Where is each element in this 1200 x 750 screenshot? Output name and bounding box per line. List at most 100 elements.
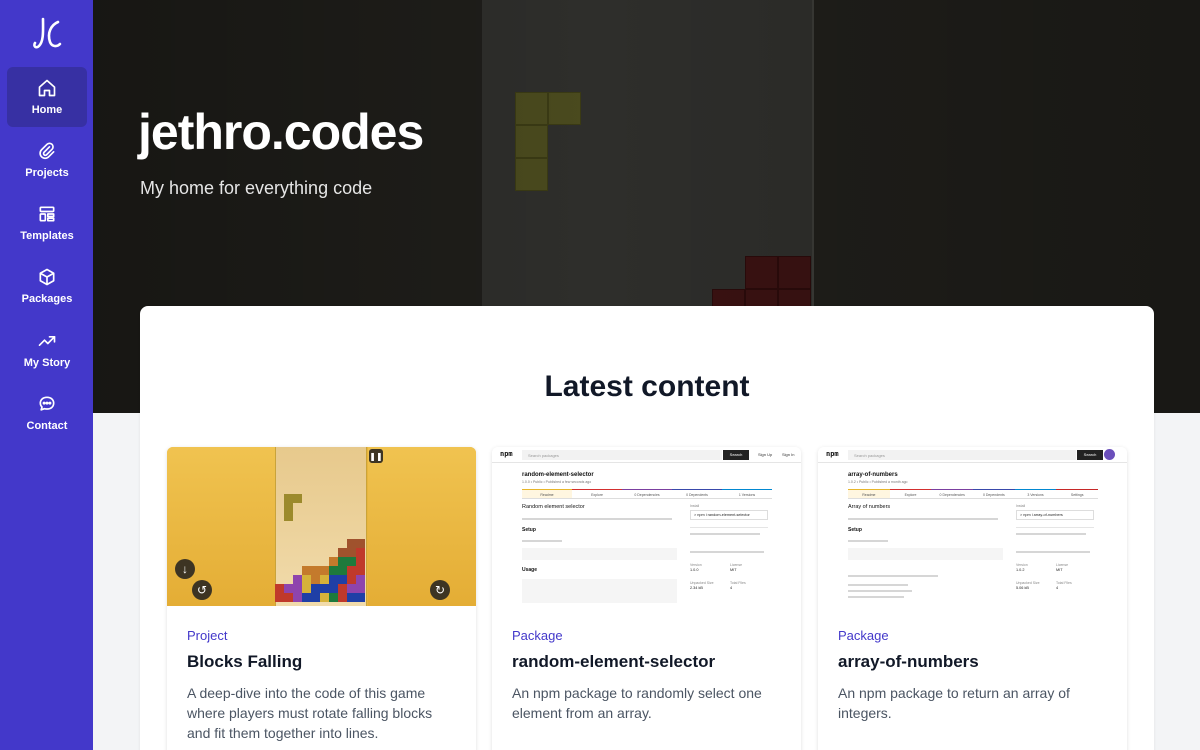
- content-card-random-element-selector[interactable]: npm Search packages Search Sign Up Sign …: [492, 447, 801, 750]
- npm-license-value: MIT: [1056, 568, 1063, 572]
- game-cell: [338, 593, 347, 602]
- nav-home-label: Home: [31, 104, 63, 116]
- nav-contact[interactable]: Contact: [7, 383, 87, 443]
- npm-header: npm Search packages Search: [818, 447, 1127, 463]
- rotate-right-icon: ↻: [430, 580, 450, 600]
- npm-setup-heading: Setup: [848, 527, 862, 533]
- card-title[interactable]: Blocks Falling: [187, 652, 302, 672]
- npm-text-line: [848, 590, 912, 592]
- nav-projects[interactable]: Projects: [7, 130, 87, 190]
- avatar: [1104, 449, 1115, 460]
- game-cell: [302, 575, 311, 584]
- npm-version-value: 1.0.2: [1016, 568, 1025, 572]
- card-description: A deep-dive into the code of this game w…: [187, 685, 433, 741]
- card-type-label: Project: [187, 628, 228, 643]
- npm-size-label: Unpacked Size: [690, 581, 714, 585]
- latest-content-panel: Latest content ❚❚ ↓ ↺ ↻ Project Blocks F…: [140, 306, 1154, 750]
- card-description: An npm package to randomly select one el…: [512, 685, 762, 721]
- game-cell: [275, 584, 284, 593]
- npm-tab: Settings: [1056, 489, 1099, 498]
- card-description: An npm package to return an array of int…: [838, 685, 1070, 721]
- game-cell: [356, 575, 365, 584]
- paperclip-icon: [39, 142, 55, 160]
- npm-text-line: [1016, 551, 1090, 553]
- npm-text-line: [690, 551, 764, 553]
- card-title[interactable]: array-of-numbers: [838, 652, 979, 672]
- game-cell: [329, 566, 338, 575]
- card-title[interactable]: random-element-selector: [512, 652, 715, 672]
- npm-tab: Readme: [522, 489, 572, 498]
- npm-usage-heading: Usage: [522, 567, 538, 573]
- nav-my-story-label: My Story: [23, 357, 71, 369]
- game-cell: [284, 494, 293, 503]
- npm-text-line: [522, 518, 672, 520]
- npm-text-line: [848, 575, 938, 577]
- npm-search-input: Search packages: [522, 450, 722, 460]
- jc-logo[interactable]: [31, 16, 63, 52]
- game-cell: [356, 548, 365, 557]
- npm-sign-up: Sign Up: [758, 452, 773, 457]
- game-cell: [356, 557, 365, 566]
- nav-packages-label: Packages: [21, 293, 73, 305]
- game-side-panel: [368, 447, 476, 606]
- npm-readme-heading: Array of numbers: [848, 504, 891, 510]
- card-type-label: Package: [512, 628, 563, 643]
- nav-contact-label: Contact: [26, 420, 68, 432]
- card-thumbnail-npm: npm Search packages Search array-of-numb…: [818, 447, 1127, 606]
- content-card-blocks-falling[interactable]: ❚❚ ↓ ↺ ↻ Project Blocks Falling A deep-d…: [167, 447, 476, 750]
- game-cell: [329, 575, 338, 584]
- chat-icon: [39, 396, 55, 411]
- game-cell: [347, 548, 356, 557]
- game-cell: [329, 584, 338, 593]
- npm-package-meta: 1.0.0 • Public • Published a few seconds…: [522, 480, 592, 484]
- npm-logo: npm: [826, 450, 839, 458]
- npm-size-label: Unpacked Size: [1016, 581, 1040, 585]
- game-cell: [320, 575, 329, 584]
- nav-projects-label: Projects: [25, 167, 69, 179]
- site-title: jethro.codes: [138, 104, 424, 160]
- npm-size-value: 5.06 kB: [1016, 586, 1029, 590]
- npm-package-meta: 1.0.2 • Public • Published a month ago: [848, 480, 908, 484]
- game-cell: [284, 593, 293, 602]
- npm-tab: 1 Versions: [722, 489, 772, 498]
- nav-home[interactable]: Home: [7, 67, 87, 127]
- npm-license-label: License: [730, 563, 743, 567]
- game-cell: [356, 566, 365, 575]
- card-thumbnail-npm: npm Search packages Search Sign Up Sign …: [492, 447, 801, 606]
- npm-tab: 3 Versions: [1014, 489, 1057, 498]
- npm-header: npm Search packages Search Sign Up Sign …: [492, 447, 801, 463]
- game-cell: [284, 512, 293, 521]
- trending-up-icon: [38, 336, 56, 346]
- nav-templates[interactable]: Templates: [7, 193, 87, 253]
- game-cell: [293, 494, 302, 503]
- game-cell: [311, 575, 320, 584]
- npm-search-input: Search packages: [848, 450, 1076, 460]
- game-side-panel: [167, 447, 275, 606]
- game-cell: [347, 593, 356, 602]
- down-arrow-icon: ↓: [175, 559, 195, 579]
- game-cell: [320, 584, 329, 593]
- game-cell: [311, 593, 320, 602]
- site-tagline: My home for everything code: [140, 178, 373, 198]
- game-cell: [347, 575, 356, 584]
- sidebar: Home Projects Templates Packages My Stor…: [0, 0, 93, 750]
- game-cell: [347, 557, 356, 566]
- content-card-array-of-numbers[interactable]: npm Search packages Search array-of-numb…: [818, 447, 1127, 750]
- npm-install-label: Install: [1016, 504, 1026, 508]
- npm-text-line: [690, 533, 760, 535]
- template-icon: [39, 206, 55, 222]
- npm-version-label: Version: [1016, 563, 1028, 567]
- npm-sign-in: Sign In: [782, 452, 795, 457]
- npm-readme-heading: Random element selector: [522, 504, 585, 510]
- npm-files-label: Total Files: [1056, 581, 1072, 585]
- npm-size-value: 2.34 kB: [690, 586, 703, 590]
- game-cell: [293, 593, 302, 602]
- nav-packages[interactable]: Packages: [7, 256, 87, 316]
- npm-package-name: array-of-numbers: [848, 472, 898, 478]
- npm-text-line: [522, 540, 562, 542]
- section-title: Latest content: [544, 370, 750, 403]
- game-cell: [347, 566, 356, 575]
- game-cell: [302, 593, 311, 602]
- nav-my-story[interactable]: My Story: [7, 320, 87, 380]
- game-cell: [293, 584, 302, 593]
